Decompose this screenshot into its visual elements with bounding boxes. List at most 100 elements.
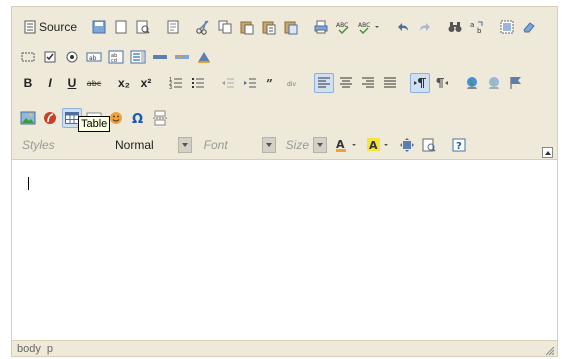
align-left-button[interactable] [314, 73, 334, 93]
editor-content-area[interactable] [12, 159, 557, 341]
underline-label: U [67, 76, 77, 90]
undo-button[interactable] [393, 17, 413, 37]
text-direction-ltr-button[interactable] [410, 73, 430, 93]
preview-button[interactable] [133, 17, 153, 37]
paste-word-button[interactable] [281, 17, 301, 37]
special-char-button[interactable]: Ω [128, 108, 148, 128]
div-container-icon: div [287, 81, 296, 88]
select-all-button[interactable] [497, 17, 517, 37]
underline-button[interactable]: U [62, 73, 82, 93]
show-blocks-button[interactable] [419, 135, 439, 155]
justify-icon [384, 77, 396, 88]
styles-combo[interactable]: Styles [18, 135, 73, 155]
image-button-icon [175, 55, 189, 59]
save-icon [92, 20, 106, 34]
textarea-icon: abcd [108, 50, 124, 64]
spellcheck-button[interactable]: ABC [333, 17, 353, 37]
radio-button[interactable] [62, 47, 82, 67]
paste-button[interactable] [237, 17, 257, 37]
strike-label: abc [86, 78, 102, 88]
checkbox-button[interactable] [40, 47, 60, 67]
font-combo[interactable]: Font [200, 135, 276, 155]
svg-text:ab: ab [89, 55, 97, 62]
flash-button[interactable] [40, 108, 60, 128]
form-button-button[interactable] [150, 47, 170, 67]
form-button[interactable] [18, 47, 38, 67]
source-button[interactable]: Source [18, 16, 83, 38]
align-center-button[interactable] [336, 73, 356, 93]
replace-button[interactable]: ab [467, 17, 487, 37]
italic-button[interactable]: I [40, 73, 60, 93]
text-color-button[interactable]: A [333, 135, 363, 155]
page-break-button[interactable] [150, 108, 170, 128]
resize-grip-icon[interactable] [545, 346, 555, 356]
collapse-toolbar-button[interactable] [542, 147, 553, 158]
help-button[interactable]: ? [449, 135, 469, 155]
select-field-icon [130, 50, 146, 64]
spellcheck-icon: ABC [336, 22, 349, 35]
text-direction-rtl-button[interactable] [432, 73, 452, 93]
find-button[interactable] [445, 17, 465, 37]
paste-icon [240, 21, 254, 35]
size-dropdown-arrow[interactable] [313, 137, 328, 153]
redo-button[interactable] [415, 17, 435, 37]
select-field-button[interactable] [128, 47, 148, 67]
cut-button[interactable] [193, 17, 213, 37]
decrease-indent-button[interactable] [218, 73, 238, 93]
replace-icon: ab [470, 21, 483, 35]
svg-text:ABC: ABC [358, 22, 370, 29]
bulleted-list-button[interactable] [188, 73, 208, 93]
textarea-button[interactable]: ab cd [106, 47, 126, 67]
path-item-body[interactable]: body [17, 343, 41, 355]
background-color-button[interactable]: A [365, 135, 395, 155]
print-button[interactable] [311, 17, 331, 37]
page-break-icon [153, 110, 167, 126]
text-caret [28, 177, 29, 190]
subscript-label: x₂ [117, 76, 130, 90]
printer-icon [314, 20, 328, 34]
toolbar-row-1: Source ABC ABC a b [18, 15, 541, 39]
font-dropdown-arrow[interactable] [261, 137, 276, 153]
rich-text-editor: Source ABC ABC a b ab ab cd B I U abc x₂… [11, 6, 558, 357]
link-button[interactable] [462, 73, 482, 93]
templates-icon [167, 20, 179, 34]
spellcheck-as-you-type-button[interactable]: ABC [355, 17, 383, 37]
svg-text:b: b [477, 27, 482, 35]
justify-button[interactable] [380, 73, 400, 93]
increase-indent-button[interactable] [240, 73, 260, 93]
text-field-button[interactable]: ab [84, 47, 104, 67]
remove-format-button[interactable] [519, 17, 539, 37]
form-icon [21, 52, 35, 62]
maximize-button[interactable] [397, 135, 417, 155]
numbered-list-button[interactable]: 123 [166, 73, 186, 93]
smiley-icon [110, 112, 122, 124]
format-dropdown-arrow[interactable] [177, 137, 192, 153]
eraser-icon [523, 22, 535, 33]
blockquote-button[interactable]: ” [262, 73, 282, 93]
new-page-button[interactable] [111, 17, 131, 37]
superscript-button[interactable]: x² [136, 73, 156, 93]
align-right-button[interactable] [358, 73, 378, 93]
copy-button[interactable] [215, 17, 235, 37]
flash-icon [44, 112, 56, 124]
strikethrough-button[interactable]: abc [84, 73, 104, 93]
new-page-icon [115, 20, 127, 34]
bold-button[interactable]: B [18, 73, 38, 93]
create-div-button[interactable]: div [284, 73, 304, 93]
path-item-p[interactable]: p [47, 343, 53, 355]
image-button-button[interactable] [172, 47, 192, 67]
hidden-field-button[interactable] [194, 47, 214, 67]
bulleted-list-icon [192, 78, 204, 88]
svg-text:a: a [470, 21, 474, 29]
size-combo[interactable]: Size [282, 135, 328, 155]
save-button[interactable] [89, 17, 109, 37]
svg-text:cd: cd [111, 58, 117, 64]
image-button[interactable] [18, 108, 38, 128]
paste-text-button[interactable] [259, 17, 279, 37]
svg-text:Ω: Ω [132, 112, 143, 126]
unlink-button[interactable] [484, 73, 504, 93]
format-combo[interactable]: Normal [111, 135, 192, 155]
subscript-button[interactable]: x₂ [114, 73, 134, 93]
templates-button[interactable] [163, 17, 183, 37]
anchor-button[interactable] [506, 73, 526, 93]
